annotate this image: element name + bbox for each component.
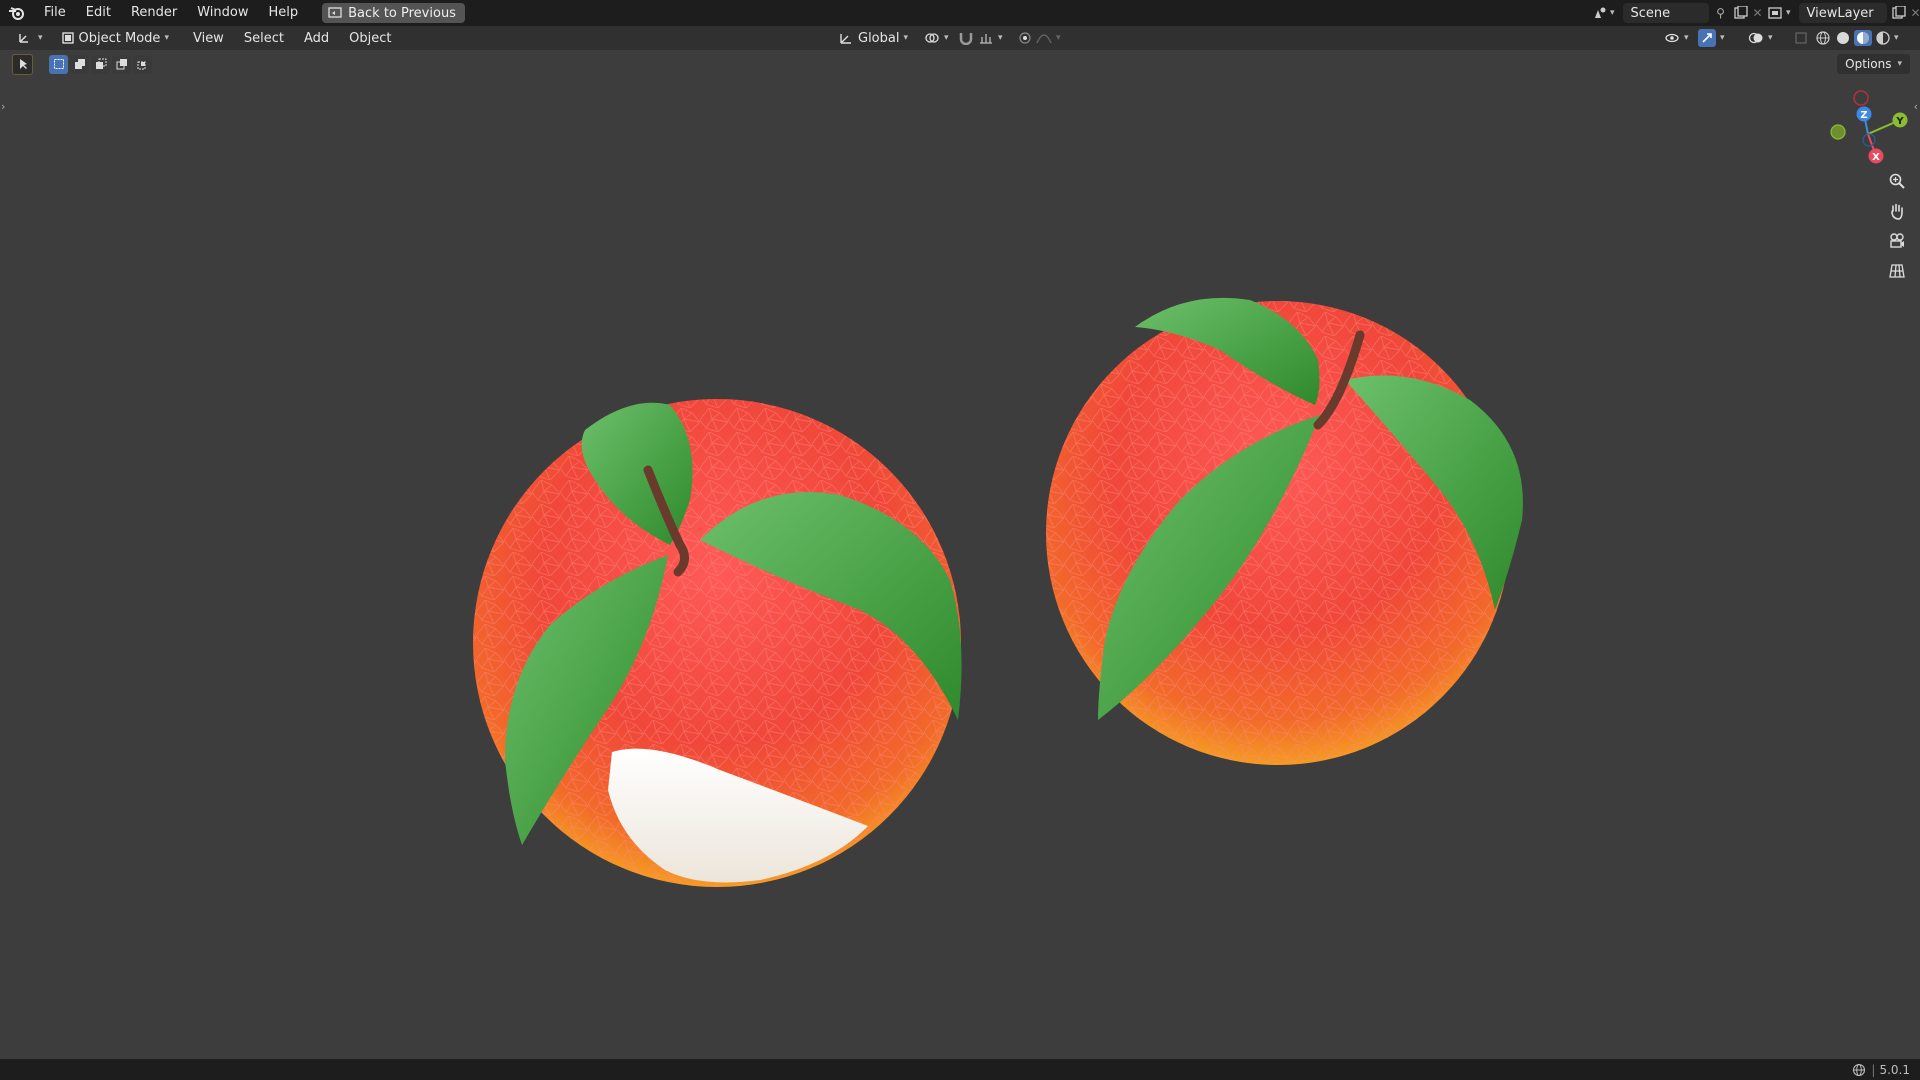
back-to-previous-label: Back to Previous	[348, 5, 456, 21]
pivot-icon	[925, 33, 939, 43]
menu-view[interactable]: View	[183, 31, 234, 46]
editor-type-icon	[19, 34, 28, 43]
menu-object[interactable]: Object	[339, 31, 401, 46]
shading-options-chevron-icon[interactable]: ▾	[1894, 33, 1899, 43]
shading-mode-buttons: ▾	[1812, 28, 1901, 48]
transform-orientation-dropdown[interactable]: Global ▾	[832, 28, 914, 48]
fruit-left[interactable]	[473, 399, 962, 887]
back-to-previous-button[interactable]: Back to Previous	[322, 3, 465, 23]
material-preview-shading-icon[interactable]	[1854, 30, 1872, 46]
magnet-icon	[959, 33, 973, 45]
rendered-shading-icon[interactable]	[1874, 30, 1892, 46]
object-mode-dropdown[interactable]: Object Mode ▾	[55, 28, 175, 48]
pivot-point-dropdown[interactable]: ▾	[918, 28, 955, 48]
orientation-label: Global	[858, 30, 900, 46]
menu-window[interactable]: Window	[187, 0, 258, 26]
wireframe-shading-icon[interactable]	[1814, 30, 1832, 46]
scene-name-field[interactable]: Scene	[1622, 3, 1709, 23]
delete-viewlayer-icon[interactable]: ✕	[1911, 6, 1920, 20]
version-label: 5.0.1	[1879, 1062, 1910, 1077]
blender-logo-icon[interactable]	[0, 0, 34, 26]
falloff-curve-icon	[1036, 34, 1052, 44]
menu-add[interactable]: Add	[294, 31, 339, 46]
snap-target-icon	[980, 34, 992, 44]
status-bar: | 5.0.1	[0, 1059, 1920, 1080]
gizmo-toggle[interactable]: ▾	[1692, 28, 1731, 48]
menu-edit[interactable]: Edit	[76, 0, 121, 26]
menu-select[interactable]: Select	[234, 31, 294, 46]
orientation-icon	[840, 34, 851, 44]
viewlayer-icon[interactable]: ▾	[1764, 6, 1795, 20]
menu-render[interactable]: Render	[121, 0, 187, 26]
menu-help[interactable]: Help	[259, 0, 309, 26]
xray-toggle[interactable]	[1788, 28, 1814, 48]
overlays-toggle[interactable]: ▾	[1742, 28, 1779, 48]
solid-shading-icon[interactable]	[1834, 30, 1852, 46]
status-separator: |	[1871, 1062, 1876, 1077]
xray-icon	[1795, 32, 1807, 44]
pin-icon[interactable]: ⚲	[1713, 6, 1729, 20]
scene-name: Scene	[1630, 5, 1671, 21]
screen-icon	[328, 7, 342, 18]
overlays-icon	[1748, 32, 1763, 44]
viewport-header: ▾ Object Mode ▾ View Select Add Object Gl…	[0, 26, 1920, 50]
viewlayer-selector: ▾ ViewLayer ✕	[1764, 0, 1920, 26]
viewlayer-name: ViewLayer	[1806, 5, 1874, 21]
proportional-editing-toggle[interactable]: ▾	[1012, 28, 1067, 48]
menu-file[interactable]: File	[34, 0, 76, 26]
snap-toggle[interactable]: ▾	[952, 28, 1009, 48]
top-bar: File Edit Render Window Help Back to Pre…	[0, 0, 1920, 26]
selectability-visibility-dropdown[interactable]: ▾	[1658, 28, 1695, 48]
scene-icon[interactable]: ▾	[1588, 6, 1619, 20]
object-mode-label: Object Mode	[78, 30, 161, 46]
fruit-right[interactable]	[1046, 297, 1523, 765]
viewlayer-name-field[interactable]: ViewLayer	[1798, 3, 1887, 23]
object-mode-icon	[61, 32, 74, 44]
scene-selector: ▾ Scene ⚲ ✕	[1588, 0, 1767, 26]
eye-pointer-icon	[1665, 33, 1679, 43]
new-scene-icon[interactable]	[1733, 6, 1749, 20]
editor-type-selector[interactable]: ▾	[12, 28, 49, 48]
proportional-edit-icon	[1019, 32, 1031, 44]
gizmo-icon	[1698, 29, 1716, 47]
new-viewlayer-icon[interactable]	[1891, 6, 1907, 20]
network-globe-icon	[1853, 1063, 1866, 1076]
viewport-scene[interactable]	[0, 50, 1920, 1059]
